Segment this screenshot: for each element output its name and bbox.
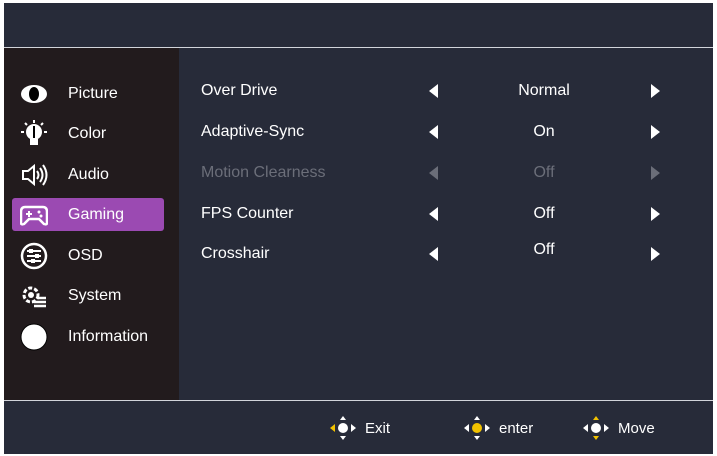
setting-label: FPS Counter — [201, 205, 294, 222]
enter-hint: enter — [463, 415, 533, 441]
top-bar — [4, 3, 713, 48]
setting-row-over-drive[interactable]: Over Drive Normal — [179, 80, 713, 104]
exit-hint: Exit — [329, 415, 390, 441]
setting-label: Motion Clearness — [201, 164, 326, 181]
setting-label: Adaptive-Sync — [201, 123, 305, 140]
info-circle-icon — [20, 323, 48, 351]
right-arrow-icon[interactable] — [651, 247, 660, 261]
right-arrow-icon[interactable] — [651, 84, 660, 98]
left-arrow-icon[interactable] — [429, 247, 438, 261]
left-arrow-icon — [429, 166, 438, 180]
eye-icon — [20, 80, 48, 108]
right-arrow-icon — [651, 166, 660, 180]
left-arrow-icon[interactable] — [429, 207, 438, 221]
sidebar-item-information[interactable]: Information — [12, 320, 164, 353]
sidebar-item-label: System — [68, 286, 122, 304]
sidebar-item-label: Gaming — [68, 205, 125, 223]
setting-label: Crosshair — [201, 245, 270, 262]
exit-label: Exit — [365, 419, 391, 437]
right-arrow-icon[interactable] — [651, 207, 660, 221]
sidebar-item-label: Information — [68, 327, 149, 345]
sidebar-item-color[interactable]: Color — [12, 117, 164, 150]
move-label: Move — [618, 419, 655, 437]
speaker-icon — [20, 161, 48, 189]
joystick-exit-icon — [330, 416, 356, 440]
color-bulb-icon — [20, 119, 48, 148]
bottom-bar: Exit enter Move — [4, 400, 713, 454]
sidebar-item-system[interactable]: System — [12, 279, 164, 312]
settings-panel: Over Drive Normal Adaptive-Sync On Motio… — [179, 48, 713, 400]
setting-value: Off — [533, 164, 555, 181]
left-arrow-icon[interactable] — [429, 125, 438, 139]
setting-row-motion-clearness: Motion Clearness Off — [179, 162, 713, 186]
osd-menu: Picture Color Audio Gaming OSD System In… — [4, 3, 713, 454]
sidebar-item-label: Color — [68, 124, 107, 142]
setting-label: Over Drive — [201, 82, 278, 99]
right-arrow-icon[interactable] — [651, 125, 660, 139]
gamepad-icon — [20, 201, 48, 229]
move-hint: Move — [582, 415, 655, 441]
sidebar-item-picture[interactable]: Picture — [12, 77, 164, 110]
setting-row-crosshair[interactable]: Crosshair Off — [179, 241, 713, 267]
joystick-enter-icon — [464, 416, 490, 440]
setting-row-fps-counter[interactable]: FPS Counter Off — [179, 203, 713, 227]
osd-sliders-icon — [20, 242, 48, 270]
setting-value: On — [533, 123, 555, 140]
enter-label: enter — [499, 419, 534, 437]
sidebar-item-osd[interactable]: OSD — [12, 239, 164, 272]
sidebar-item-gaming[interactable]: Gaming — [12, 198, 164, 231]
setting-value: Off — [533, 241, 555, 258]
setting-row-adaptive-sync[interactable]: Adaptive-Sync On — [179, 121, 713, 145]
setting-value: Normal — [518, 82, 570, 99]
sidebar-item-label: Picture — [68, 84, 118, 102]
sidebar: Picture Color Audio Gaming OSD System In… — [4, 48, 179, 400]
left-arrow-icon[interactable] — [429, 84, 438, 98]
sidebar-item-label: Audio — [68, 165, 109, 183]
sidebar-item-audio[interactable]: Audio — [12, 158, 164, 191]
joystick-move-icon — [583, 416, 609, 440]
system-settings-icon — [20, 282, 48, 310]
sidebar-item-label: OSD — [68, 246, 103, 264]
setting-value: Off — [533, 205, 555, 222]
